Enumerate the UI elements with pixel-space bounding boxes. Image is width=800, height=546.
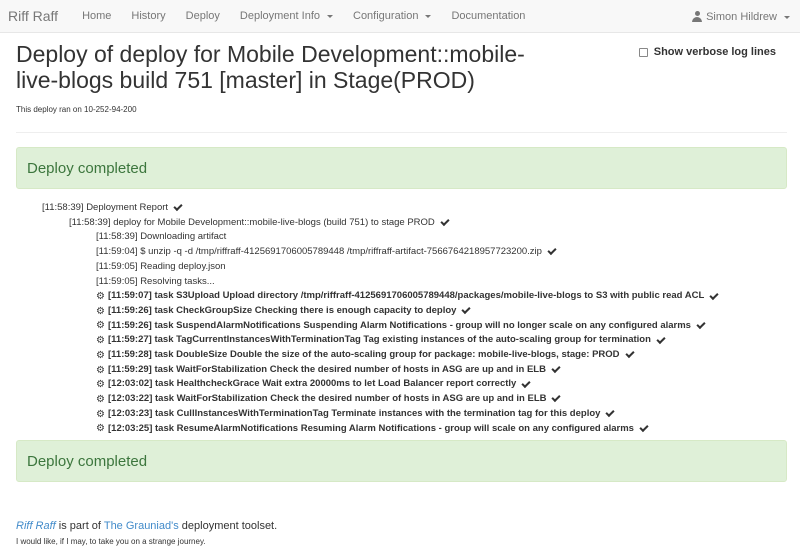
log-text: [12:03:02] task HealthcheckGrace Wait ex…	[108, 378, 517, 390]
check-icon	[440, 216, 450, 227]
check-icon	[696, 319, 706, 330]
check-icon	[521, 378, 531, 388]
log-row-task: ⚙ [12:03:23] task CullInstancesWithTermi…	[16, 407, 787, 422]
host-note: This deploy ran on 10-252-94-200	[16, 105, 137, 114]
log-text: [11:59:04] $ unzip -q -d /tmp/riffraff-4…	[96, 246, 542, 258]
log-text: [11:59:07] task S3Upload Upload director…	[108, 290, 705, 302]
gear-icon: ⚙	[96, 305, 105, 317]
check-icon	[624, 349, 635, 359]
user-icon	[692, 11, 703, 22]
log-text: [11:59:28] task DoubleSize Double the si…	[108, 349, 620, 361]
divider	[16, 132, 787, 133]
verbose-log-toggle[interactable]: Show verbose log lines	[638, 46, 776, 58]
log-row-task: ⚙ [11:59:27] task TagCurrentInstancesWit…	[16, 333, 787, 348]
footer-quote: I would like, if I may, to take you on a…	[16, 537, 206, 546]
user-name: Simon Hildrew	[706, 10, 777, 23]
log-text: [11:59:29] task WaitForStabilization Che…	[108, 363, 546, 375]
nav-configuration-dropdown[interactable]: Configuration	[343, 10, 441, 22]
footer-riffraff-link[interactable]: Riff Raff	[16, 520, 56, 532]
gear-icon: ⚙	[96, 423, 105, 435]
check-icon	[605, 408, 616, 418]
log-text: [11:59:05] Resolving tasks...	[96, 275, 215, 287]
nav-deploy[interactable]: Deploy	[176, 10, 230, 22]
check-icon	[551, 363, 561, 374]
gear-icon: ⚙	[96, 364, 105, 376]
gear-icon: ⚙	[96, 408, 105, 420]
chevron-down-icon	[327, 15, 333, 18]
footer-text-2: deployment toolset.	[181, 520, 278, 533]
check-icon	[639, 422, 649, 432]
log-row-step: [11:59:04] $ unzip -q -d /tmp/riffraff-4…	[16, 245, 787, 260]
verbose-label: Show verbose log lines	[653, 46, 776, 58]
footer-line: Riff Raff is part of The Grauniad's depl…	[16, 520, 787, 532]
user-menu[interactable]: Simon Hildrew	[692, 0, 790, 33]
footer: Riff Raff is part of The Grauniad's depl…	[16, 520, 787, 546]
log-row-deploy: [11:58:39] deploy for Mobile Development…	[16, 216, 787, 231]
log-text: [11:59:27] task TagCurrentInstancesWithT…	[108, 334, 651, 346]
deploy-log: [11:58:39] Deployment Report [11:58:39] …	[16, 201, 787, 436]
brand-link[interactable]: Riff Raff	[0, 8, 72, 24]
navbar: Riff Raff Home History Deploy Deployment…	[0, 0, 800, 33]
gear-icon: ⚙	[96, 320, 105, 332]
nav-deployment-info-dropdown[interactable]: Deployment Info	[230, 10, 343, 22]
log-row-task: ⚙ [12:03:22] task WaitForStabilization C…	[16, 392, 787, 407]
check-icon	[709, 290, 719, 300]
log-text: [11:58:39] Deployment Report	[42, 202, 169, 213]
log-row-step: [11:59:05] Reading deploy.json	[16, 260, 787, 275]
nav-history[interactable]: History	[121, 10, 175, 22]
log-text: [11:59:26] task CheckGroupSize Checking …	[108, 304, 457, 316]
status-alert-top: Deploy completed	[16, 147, 787, 189]
check-icon	[551, 393, 562, 403]
log-text: [11:58:39] Downloading artifact	[96, 231, 227, 243]
nav-documentation[interactable]: Documentation	[441, 10, 535, 22]
check-icon	[173, 202, 183, 212]
check-icon	[656, 334, 666, 344]
log-text: [11:59:26] task SuspendAlarmNotification…	[108, 319, 691, 331]
nav-configuration-label: Configuration	[353, 10, 419, 22]
main-content: Deploy of deploy for Mobile Development:…	[0, 41, 800, 546]
footer-guardian-link[interactable]: The Grauniad's	[104, 520, 179, 532]
log-row-task: ⚙ [11:59:07] task S3Upload Upload direct…	[16, 289, 787, 304]
log-text: [11:59:05] Reading deploy.json	[96, 260, 226, 272]
chevron-down-icon	[784, 15, 790, 19]
log-row-task: ⚙ [12:03:25] task ResumeAlarmNotificatio…	[16, 422, 787, 437]
check-icon	[547, 246, 557, 256]
log-text: [12:03:22] task WaitForStabilization Che…	[108, 393, 547, 405]
check-icon	[461, 305, 472, 315]
log-text: [12:03:25] task ResumeAlarmNotifications…	[108, 422, 634, 434]
log-row-report: [11:58:39] Deployment Report	[16, 201, 787, 216]
log-row-task: ⚙ [11:59:28] task DoubleSize Double the …	[16, 348, 787, 363]
log-text: [11:58:39] deploy for Mobile Development…	[69, 216, 435, 228]
gear-icon: ⚙	[96, 393, 105, 405]
gear-icon: ⚙	[96, 291, 105, 303]
page-title: Deploy of deploy for Mobile Development:…	[16, 41, 525, 93]
gear-icon: ⚙	[96, 335, 105, 347]
nav-home[interactable]: Home	[72, 10, 121, 22]
log-row-step: [11:58:39] Downloading artifact	[16, 230, 787, 245]
gear-icon: ⚙	[96, 379, 105, 391]
log-row-step: [11:59:05] Resolving tasks...	[16, 275, 787, 290]
log-row-task: ⚙ [11:59:26] task SuspendAlarmNotificati…	[16, 319, 787, 334]
status-alert-bottom: Deploy completed	[16, 440, 787, 483]
log-row-task: ⚙ [11:59:29] task WaitForStabilization C…	[16, 363, 787, 378]
log-row-task: ⚙ [11:59:26] task CheckGroupSize Checkin…	[16, 304, 787, 319]
footer-text-1: is part of	[58, 520, 101, 533]
log-row-task: ⚙ [12:03:02] task HealthcheckGrace Wait …	[16, 377, 787, 392]
verbose-checkbox[interactable]	[638, 47, 648, 57]
gear-icon: ⚙	[96, 349, 105, 361]
nav-deployment-info-label: Deployment Info	[239, 10, 320, 22]
chevron-down-icon	[425, 15, 432, 18]
log-text: [12:03:23] task CullInstancesWithTermina…	[108, 407, 601, 419]
